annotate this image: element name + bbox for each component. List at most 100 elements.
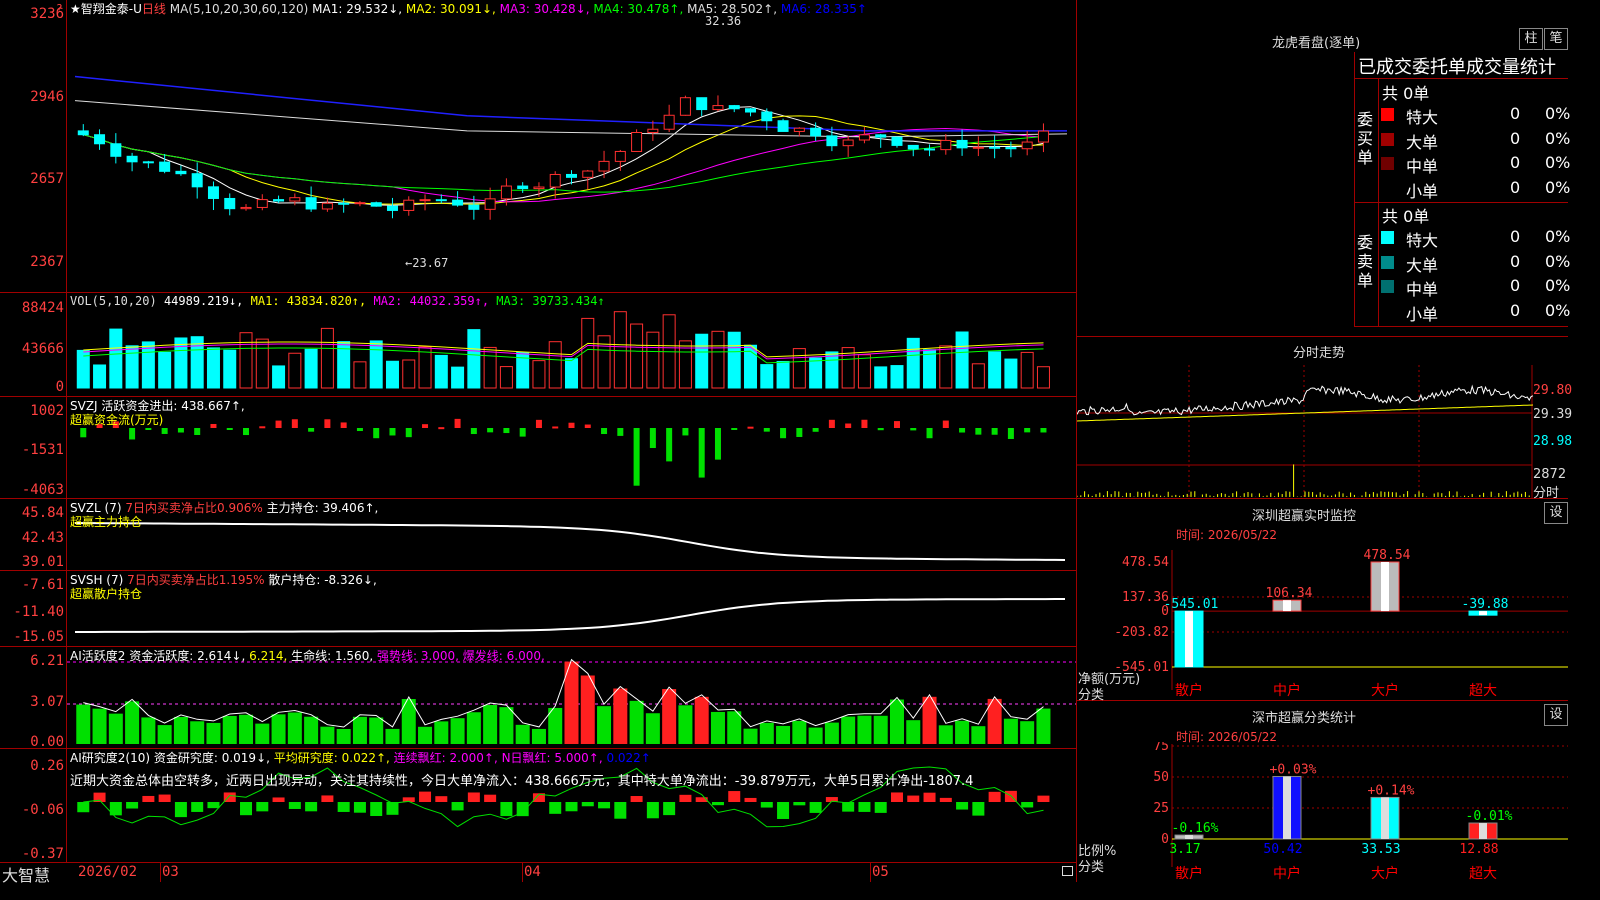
fund-flow-bar [438,427,445,430]
activity-bar [808,727,823,744]
research-bar [142,795,155,802]
candle-body [273,199,285,202]
activity-bar [418,726,433,744]
sz-monitor-settings-button[interactable]: 设 [1544,502,1568,524]
volume-bar [711,330,725,389]
color-swatch [1381,280,1394,293]
activity-bar [678,705,693,744]
intraday-panel[interactable] [1077,365,1568,498]
research-bar [77,802,90,813]
lock-icon[interactable] [1062,866,1073,876]
intraday-title: 分时走势 [1293,346,1346,361]
bar-mode-button[interactable]: 柱 [1519,28,1543,50]
volume-bar [955,331,969,389]
y-tick-label: 0.00 [30,734,64,750]
y-tick-label: 0 [55,379,64,395]
research-bar [565,802,578,812]
order-count: 0 [1510,276,1521,295]
fund-flow-bar [145,428,152,430]
ai2-value-3: 连续飘红: 2.000↑, [389,751,498,765]
candle-body [972,146,984,149]
y-tick-label: 39.01 [21,554,64,570]
activity-bar [955,720,970,744]
research-bar [939,797,952,802]
research-bar [240,802,253,816]
volume-bar [288,352,302,389]
candle-body [826,135,838,147]
fund-flow-bar [503,428,510,434]
fund-flow-bar [617,428,624,436]
fund-flow-bar [682,428,689,436]
candle-body [907,144,919,150]
fund-flow-bar [259,426,266,429]
sz-monitor-xlabel: 分类 [1078,688,1105,703]
activity-bar [239,714,254,744]
research-bar [679,794,692,802]
intraday-y-tick: 29.80 [1533,383,1573,398]
sz-class-settings-button[interactable]: 设 [1544,704,1568,726]
volume-bar [174,337,188,389]
candle-body [598,160,610,172]
research-bar [777,802,790,819]
sz-monitor-chart[interactable]: 478.54 137.36 0 -203.82 -545.01 -545.01 散户 106.… [1077,540,1568,700]
activity-bar [369,717,384,744]
candle-body [370,202,382,207]
fund-flow-bar [470,428,477,435]
volume-bar [695,333,709,389]
activity-bar [206,722,221,744]
order-class-name: 中单 [1406,280,1439,299]
szm-category: 散户 [1175,682,1203,699]
szm-category: 大户 [1371,682,1399,699]
stock-name[interactable]: ★智翔金泰-U [70,2,142,16]
szm-category: 中户 [1273,682,1301,699]
fund-flow-bar [275,420,282,428]
dragon-headline: 已成交委托单成交量统计 [1358,57,1556,78]
vol-values: 44989.219↓, MA1: 43834.820↑, MA2: 44032.… [164,294,605,308]
fund-flow-bar [796,428,803,437]
svsh-pct: 7日内买卖净占比1.195% [127,573,265,587]
volume-bar [434,354,448,389]
volume-bar [906,337,920,389]
volume-bar [971,363,985,389]
candle-body [338,202,350,205]
fund-flow-bar [568,422,575,428]
svzj-subtitle: 超赢资金流(万元) [70,413,164,427]
fund-flow-bar [910,428,917,431]
volume-bar [499,366,513,389]
volume-panel[interactable] [67,293,1076,396]
activity-bar [125,701,140,744]
activity-bar [597,706,612,744]
sz-class-chart[interactable]: 75 50 25 0 -0.16% 3.17 散户 +0.03% 50.42 中户 +0.14% 33… [1077,742,1568,882]
activity-bar [304,716,319,744]
main-chart-panel[interactable] [67,0,1076,292]
szm-bar-label: 106.34 [1266,586,1313,601]
fund-flow-bar [177,428,184,433]
research-bar [760,802,773,808]
fund-flow-bar [1040,428,1047,433]
szc-bar-delta: -0.01% [1466,809,1513,824]
volume-bar [776,360,790,389]
activity-bar [336,728,351,744]
volume-bar [402,359,416,389]
volume-bar [223,349,237,389]
y-tick-label: 2946 [30,89,64,105]
tick-mode-button[interactable]: 笔 [1544,28,1568,50]
period-label[interactable]: 日线 [142,2,166,16]
ma-value-6: MA6: 28.335↑ [777,2,867,16]
ai2-header: AI研究度2(10) 资金研究度: 0.019↓, 平均研究度: 0.022↑,… [70,749,651,766]
szc-y-tick: 50 [1153,770,1169,785]
fund-flow-bar [893,421,900,428]
volume-bar [109,328,123,389]
activity-bar [92,708,107,744]
ma-value-1: MA1: 29.532↓, [312,2,403,16]
szc-bar-value: 3.17 [1169,842,1200,857]
candle-body [1005,147,1017,150]
activity-bar [759,722,774,744]
order-pct: 0% [1545,251,1571,271]
order-count: 0 [1510,104,1521,123]
order-class-name: 大单 [1406,132,1439,152]
volume-bar [304,348,318,389]
color-swatch [1381,132,1394,146]
research-bar [809,802,822,813]
ai2-value-4: N日飘红: 5.000↑, [497,751,603,765]
